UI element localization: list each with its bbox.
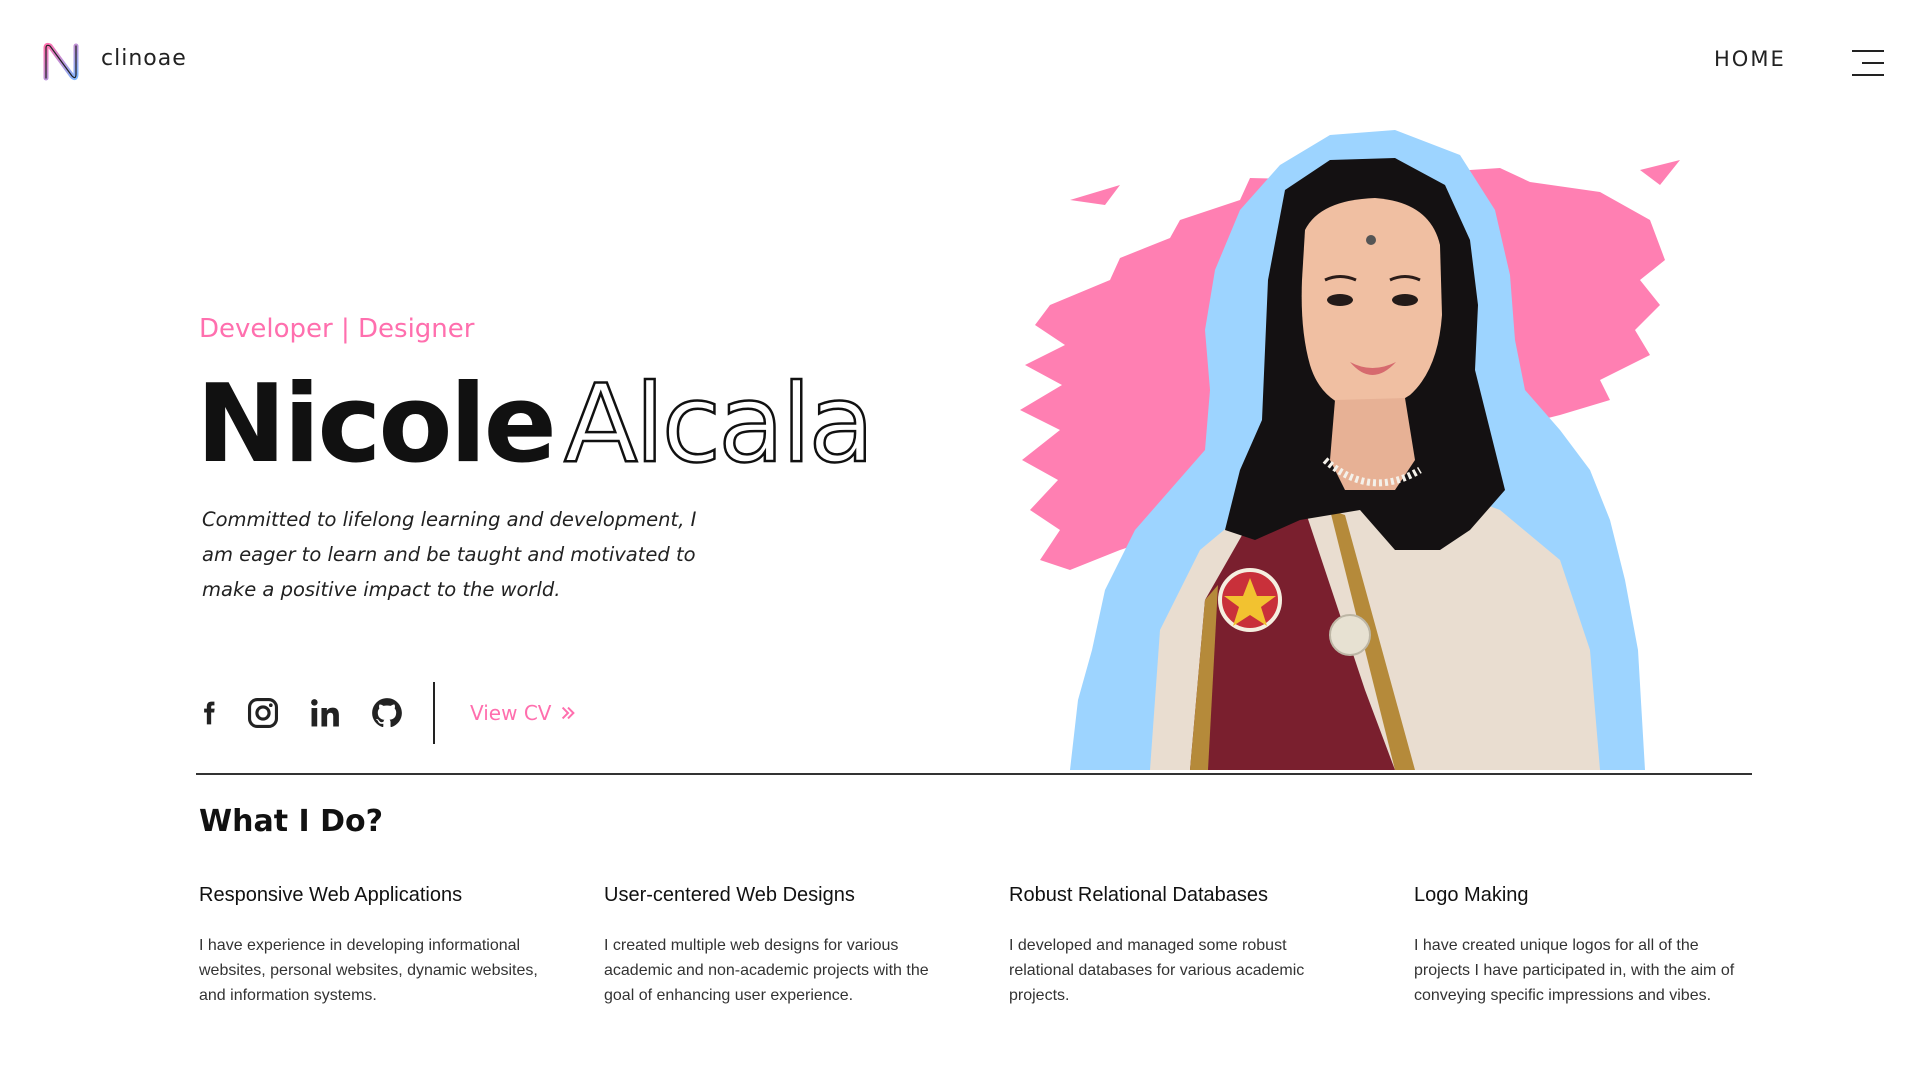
hamburger-menu-icon[interactable] bbox=[1852, 50, 1884, 76]
section-divider bbox=[196, 773, 1752, 775]
service-card-web-apps: Responsive Web Applications I have exper… bbox=[199, 884, 539, 1008]
service-card-web-designs: User-centered Web Designs I created mult… bbox=[604, 884, 944, 1008]
hero-bio: Committed to lifelong learning and devel… bbox=[202, 508, 697, 601]
view-cv-link[interactable]: View CV bbox=[470, 701, 577, 725]
double-chevron-right-icon bbox=[562, 706, 576, 720]
service-card-databases: Robust Relational Databases I developed … bbox=[1009, 884, 1349, 1008]
face bbox=[1301, 198, 1442, 410]
n-letter-logo[interactable] bbox=[42, 42, 80, 82]
service-card-logo-making: Logo Making I have created unique logos … bbox=[1414, 884, 1754, 1008]
what-i-do-title: What I Do? bbox=[199, 804, 383, 839]
service-description: I have created unique logos for all of t… bbox=[1414, 937, 1735, 1004]
service-description: I developed and managed some robust rela… bbox=[1009, 937, 1305, 1004]
nav-home-link[interactable]: HOME bbox=[1714, 47, 1786, 71]
service-title: Logo Making bbox=[1414, 884, 1529, 906]
service-title: Robust Relational Databases bbox=[1009, 884, 1269, 906]
service-title: Responsive Web Applications bbox=[199, 884, 463, 906]
hero-name: NicoleAlcala bbox=[196, 368, 876, 481]
github-icon[interactable] bbox=[370, 696, 404, 730]
social-links bbox=[196, 696, 432, 730]
linkedin-icon[interactable] bbox=[308, 696, 342, 730]
service-title: User-centered Web Designs bbox=[604, 884, 855, 906]
brand-name[interactable]: clinoae bbox=[101, 46, 187, 71]
facebook-icon[interactable] bbox=[196, 696, 222, 730]
instagram-icon[interactable] bbox=[246, 696, 280, 730]
service-description: I have experience in developing informat… bbox=[199, 937, 538, 1004]
hero-tagline: Developer | Designer bbox=[199, 314, 475, 344]
site-header: clinoae HOME bbox=[0, 0, 1920, 124]
hero-first-name: Nicole bbox=[196, 362, 557, 487]
hero-last-name: Alcala bbox=[563, 362, 876, 487]
service-description: I created multiple web designs for vario… bbox=[604, 937, 929, 1004]
vertical-divider bbox=[433, 682, 435, 744]
view-cv-label: View CV bbox=[470, 701, 552, 725]
profile-portrait-image bbox=[1020, 130, 1680, 770]
